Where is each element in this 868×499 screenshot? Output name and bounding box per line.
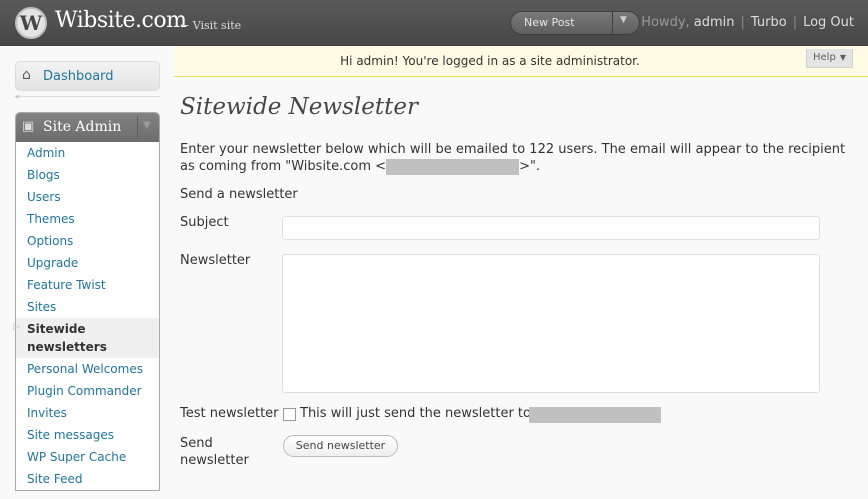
site-admin-header[interactable]: ▣ Site Admin ▼	[16, 113, 159, 142]
sidebar-item-upgrade[interactable]: Upgrade	[16, 252, 159, 274]
sidebar-item-invites[interactable]: Invites	[16, 402, 159, 424]
wordpress-logo-icon[interactable]: W	[15, 7, 47, 39]
redacted-email	[529, 407, 661, 423]
sidebar-item-plugin-commander[interactable]: Plugin Commander	[16, 380, 159, 402]
sidebar-item-personal-welcomes[interactable]: Personal Welcomes	[16, 358, 159, 380]
send-newsletter-button[interactable]: Send newsletter	[283, 435, 398, 457]
admin-header: W Wibsite.com ← Visit site New Post ▼ Ho…	[0, 0, 868, 46]
test-newsletter-label: Test newsletter	[180, 406, 279, 421]
admin-notice: Hi admin! You're logged in as a site adm…	[174, 46, 868, 77]
dashboard-house-icon: ⌂	[22, 67, 31, 83]
user-info: Howdy, admin | Turbo | Log Out	[641, 15, 854, 30]
site-title[interactable]: Wibsite.com	[55, 8, 187, 33]
section-heading: Send a newsletter	[180, 187, 298, 202]
new-post-label: New Post	[524, 16, 575, 29]
sidebar-item-options[interactable]: Options	[16, 230, 159, 252]
chevron-down-icon[interactable]: ▼	[143, 120, 151, 131]
howdy-text: Howdy,	[641, 15, 690, 30]
intro-text-part2: >".	[519, 159, 541, 174]
site-admin-label: Site Admin	[43, 119, 122, 135]
current-item-arrow-icon: ▷	[13, 322, 20, 332]
menu-separator[interactable]: «	[15, 92, 160, 104]
profile-link[interactable]: admin	[694, 15, 735, 30]
sidebar-item-blogs[interactable]: Blogs	[16, 164, 159, 186]
send-newsletter-label: Send newsletter	[180, 436, 249, 468]
new-post-divider	[612, 12, 613, 34]
menu-dashboard[interactable]: ⌂ Dashboard	[15, 61, 160, 91]
subject-label: Subject	[180, 215, 229, 230]
sidebar-item-admin[interactable]: Admin	[16, 142, 159, 164]
sidebar-item-sitewide-newsletters[interactable]: Sitewide newsletters	[16, 318, 159, 358]
menu-site-admin: ▣ Site Admin ▼ Admin Blogs Users Themes …	[15, 112, 160, 491]
sidebar-item-themes[interactable]: Themes	[16, 208, 159, 230]
redacted-email	[386, 158, 520, 175]
test-newsletter-checkbox[interactable]	[283, 408, 296, 421]
sidebar-item-feature-twist[interactable]: Feature Twist	[16, 274, 159, 296]
sidebar-item-users[interactable]: Users	[16, 186, 159, 208]
new-post-button[interactable]: New Post ▼	[510, 11, 640, 35]
chevron-down-icon: ▼	[839, 53, 846, 62]
sidebar-item-wp-super-cache[interactable]: WP Super Cache	[16, 446, 159, 468]
newsletter-label: Newsletter	[180, 253, 251, 268]
help-button[interactable]: Help ▼	[806, 49, 853, 68]
subject-input[interactable]	[282, 216, 820, 240]
notice-text: Hi admin! You're logged in as a site adm…	[340, 54, 640, 68]
collapse-arrow-icon[interactable]: «	[15, 92, 20, 101]
sidebar-item-site-feed[interactable]: Site Feed	[16, 468, 159, 490]
page-title: Sitewide Newsletter	[180, 94, 418, 120]
sidebar-item-sites[interactable]: Sites	[16, 296, 159, 318]
test-newsletter-text: This will just send the newsletter to	[300, 406, 531, 421]
help-label: Help	[813, 52, 836, 63]
site-admin-icon: ▣	[22, 119, 35, 134]
visit-site-link[interactable]: ← Visit site	[180, 19, 241, 32]
site-admin-submenu: Admin Blogs Users Themes Options Upgrade…	[16, 142, 159, 490]
separator: |	[740, 15, 745, 30]
dropdown-arrow-icon[interactable]: ▼	[620, 15, 627, 25]
separator: |	[792, 15, 798, 30]
newsletter-textarea[interactable]	[282, 254, 820, 393]
header-divider	[137, 116, 138, 139]
menu-dashboard-label: Dashboard	[43, 69, 114, 84]
sidebar-item-site-messages[interactable]: Site messages	[16, 424, 159, 446]
logout-link[interactable]: Log Out	[803, 15, 854, 30]
intro-text: Enter your newsletter below which will b…	[180, 141, 860, 175]
turbo-link[interactable]: Turbo	[751, 15, 787, 30]
